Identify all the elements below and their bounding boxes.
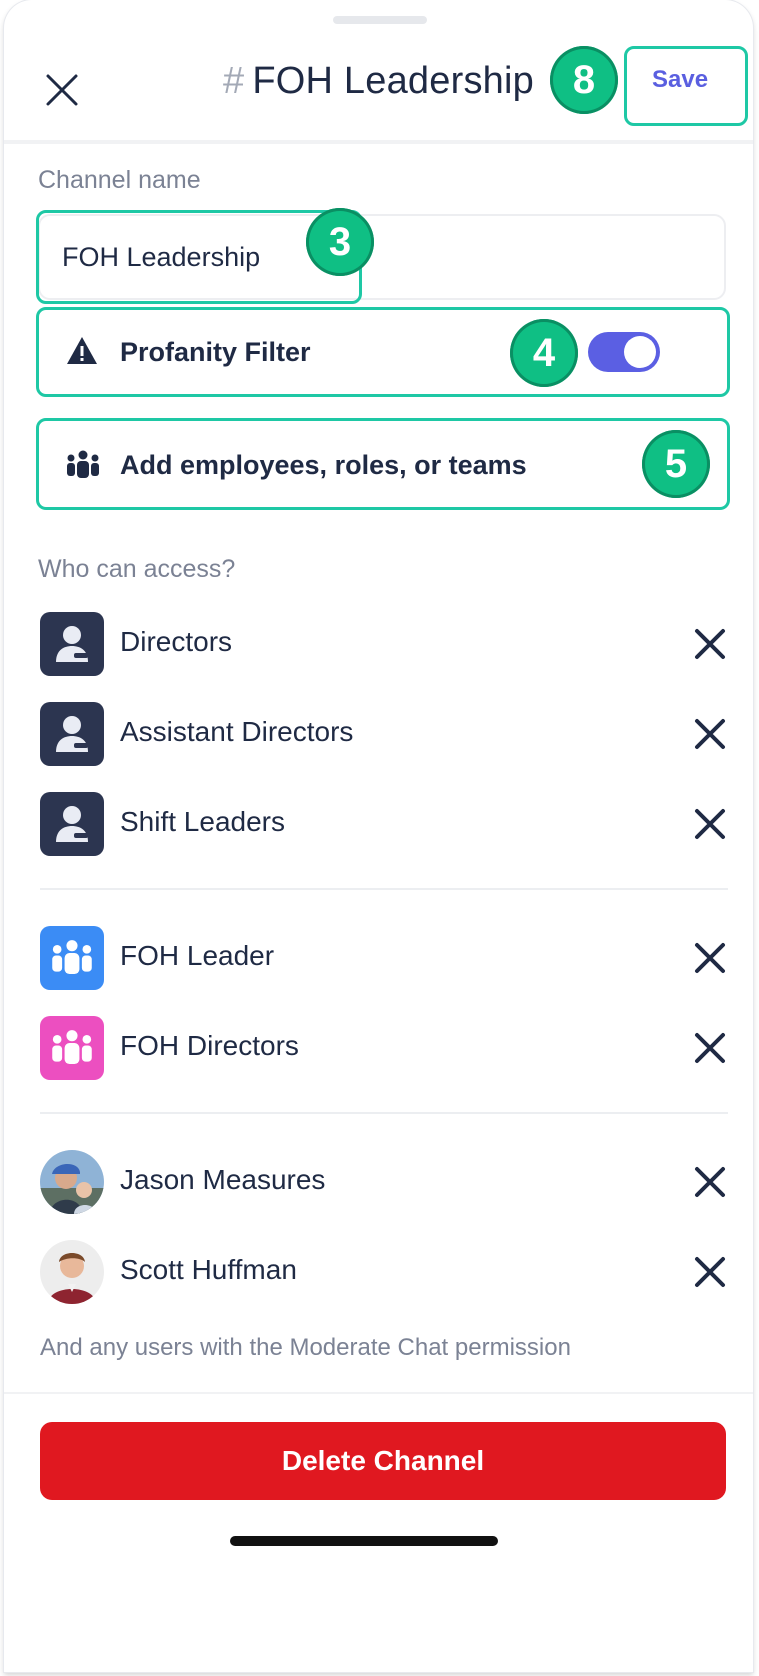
step-marker: 5 bbox=[642, 430, 710, 498]
user-name: Jason Measures bbox=[120, 1164, 326, 1195]
profanity-filter-label: Profanity Filter bbox=[120, 337, 311, 367]
person-icon bbox=[56, 716, 88, 752]
divider bbox=[40, 1112, 728, 1114]
channel-title: FOH Leadership bbox=[252, 60, 534, 102]
list-item: FOH Leader bbox=[40, 926, 728, 990]
avatar bbox=[40, 1150, 104, 1214]
team-avatar bbox=[40, 926, 104, 990]
step-marker: 4 bbox=[510, 319, 578, 387]
remove-icon[interactable] bbox=[692, 806, 728, 842]
team-name: FOH Leader bbox=[120, 940, 275, 971]
hash-icon: # bbox=[223, 60, 245, 102]
role-name: Directors bbox=[120, 626, 233, 657]
team-icon bbox=[52, 940, 92, 975]
list-item: Shift Leaders bbox=[40, 792, 728, 856]
step-marker: 3 bbox=[306, 208, 374, 276]
remove-icon[interactable] bbox=[692, 1030, 728, 1066]
remove-icon[interactable] bbox=[692, 1164, 728, 1200]
edit-channel-sheet: # FOH Leadership Save 8 Channel name FOH … bbox=[4, 0, 753, 1672]
list-item: Scott Huffman bbox=[40, 1240, 728, 1304]
save-button[interactable]: Save bbox=[652, 66, 708, 94]
home-indicator bbox=[230, 1536, 498, 1546]
access-label: Who can access? bbox=[38, 555, 236, 583]
warning-icon bbox=[67, 337, 97, 364]
role-avatar bbox=[40, 612, 104, 676]
divider bbox=[40, 888, 728, 890]
step-marker: 8 bbox=[550, 46, 618, 114]
person-icon bbox=[56, 806, 88, 842]
toggle-knob bbox=[624, 336, 656, 368]
channel-name-label: Channel name bbox=[38, 166, 201, 194]
user-name: Scott Huffman bbox=[120, 1254, 297, 1285]
avatar bbox=[40, 1240, 104, 1304]
sheet-grabber[interactable] bbox=[333, 16, 427, 24]
team-name: FOH Directors bbox=[120, 1030, 299, 1061]
channel-name-value: FOH Leadership bbox=[62, 242, 261, 272]
remove-icon[interactable] bbox=[692, 940, 728, 976]
team-icon bbox=[52, 1030, 92, 1065]
delete-channel-button[interactable]: Delete Channel bbox=[40, 1422, 726, 1500]
list-item: Assistant Directors bbox=[40, 702, 728, 766]
remove-icon[interactable] bbox=[692, 1254, 728, 1290]
remove-icon[interactable] bbox=[692, 626, 728, 662]
divider bbox=[4, 1392, 753, 1394]
role-avatar bbox=[40, 792, 104, 856]
list-item: Jason Measures bbox=[40, 1150, 728, 1214]
profanity-filter-toggle[interactable] bbox=[588, 332, 660, 372]
moderate-note: And any users with the Moderate Chat per… bbox=[40, 1334, 571, 1361]
role-name: Assistant Directors bbox=[120, 716, 354, 747]
role-name: Shift Leaders bbox=[120, 806, 285, 837]
remove-icon[interactable] bbox=[692, 716, 728, 752]
header: # FOH Leadership Save 8 bbox=[4, 36, 753, 144]
user-photo bbox=[40, 1240, 104, 1304]
add-members-label: Add employees, roles, or teams bbox=[120, 450, 527, 480]
list-item: FOH Directors bbox=[40, 1016, 728, 1080]
team-avatar bbox=[40, 1016, 104, 1080]
role-avatar bbox=[40, 702, 104, 766]
team-icon bbox=[67, 450, 99, 478]
user-photo bbox=[40, 1150, 104, 1214]
list-item: Directors bbox=[40, 612, 728, 676]
person-icon bbox=[56, 626, 88, 662]
